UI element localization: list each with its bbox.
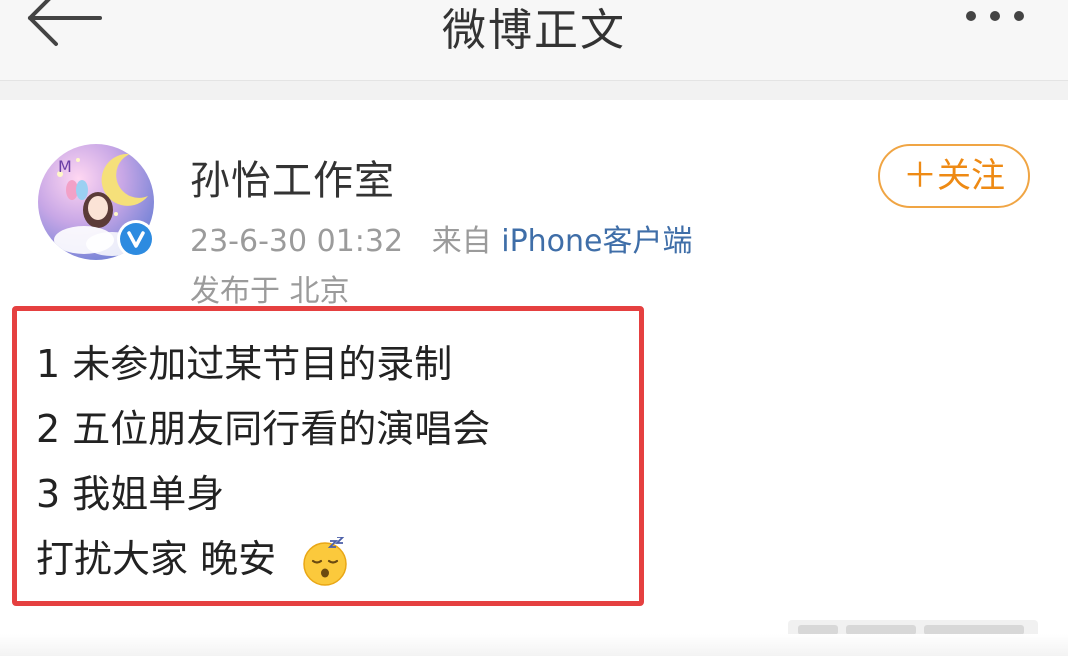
- post-line: 3 我姐单身: [36, 472, 225, 516]
- more-horizontal-icon: [966, 11, 976, 21]
- bottom-divider: [0, 634, 1068, 656]
- post-location: 发布于 北京: [190, 274, 350, 309]
- verified-badge: [117, 220, 155, 258]
- post-line-with-emoji: 打扰大家 晚安: [36, 527, 490, 592]
- post-line: 1 未参加过某节目的录制: [36, 342, 453, 386]
- post-line: 打扰大家 晚安: [36, 537, 277, 581]
- verified-badge-icon: [127, 231, 145, 248]
- author-name[interactable]: 孙怡工作室: [190, 148, 395, 206]
- more-options-button[interactable]: [966, 6, 1046, 30]
- page-title: 微博正文: [442, 5, 626, 56]
- more-horizontal-icon: [1014, 11, 1024, 21]
- svg-text:M: M: [58, 157, 72, 176]
- post-line: 2 五位朋友同行看的演唱会: [36, 407, 491, 451]
- post-meta: 23-6-30 01:32 来自 iPhone客户端: [190, 216, 693, 260]
- post-body: 1 未参加过某节目的录制 2 五位朋友同行看的演唱会 3 我姐单身 打扰大家 晚…: [36, 332, 490, 592]
- weibo-post-screen: 微博正文 M 孙怡工作室 23-6-30 01:32 来自 iPhone客户端 …: [0, 0, 1068, 656]
- more-horizontal-icon: [990, 11, 1000, 21]
- follow-button[interactable]: ＋关注: [878, 144, 1030, 208]
- sleeping-face-emoji: [303, 536, 347, 586]
- post-card: M 孙怡工作室 23-6-30 01:32 来自 iPhone客户端 发布于 北…: [0, 100, 1068, 656]
- post-timestamp: 23-6-30 01:32: [190, 224, 404, 259]
- top-navigation-bar: 微博正文: [0, 0, 1068, 81]
- source-link[interactable]: iPhone客户端: [501, 224, 692, 259]
- source-prefix: 来自: [431, 224, 492, 259]
